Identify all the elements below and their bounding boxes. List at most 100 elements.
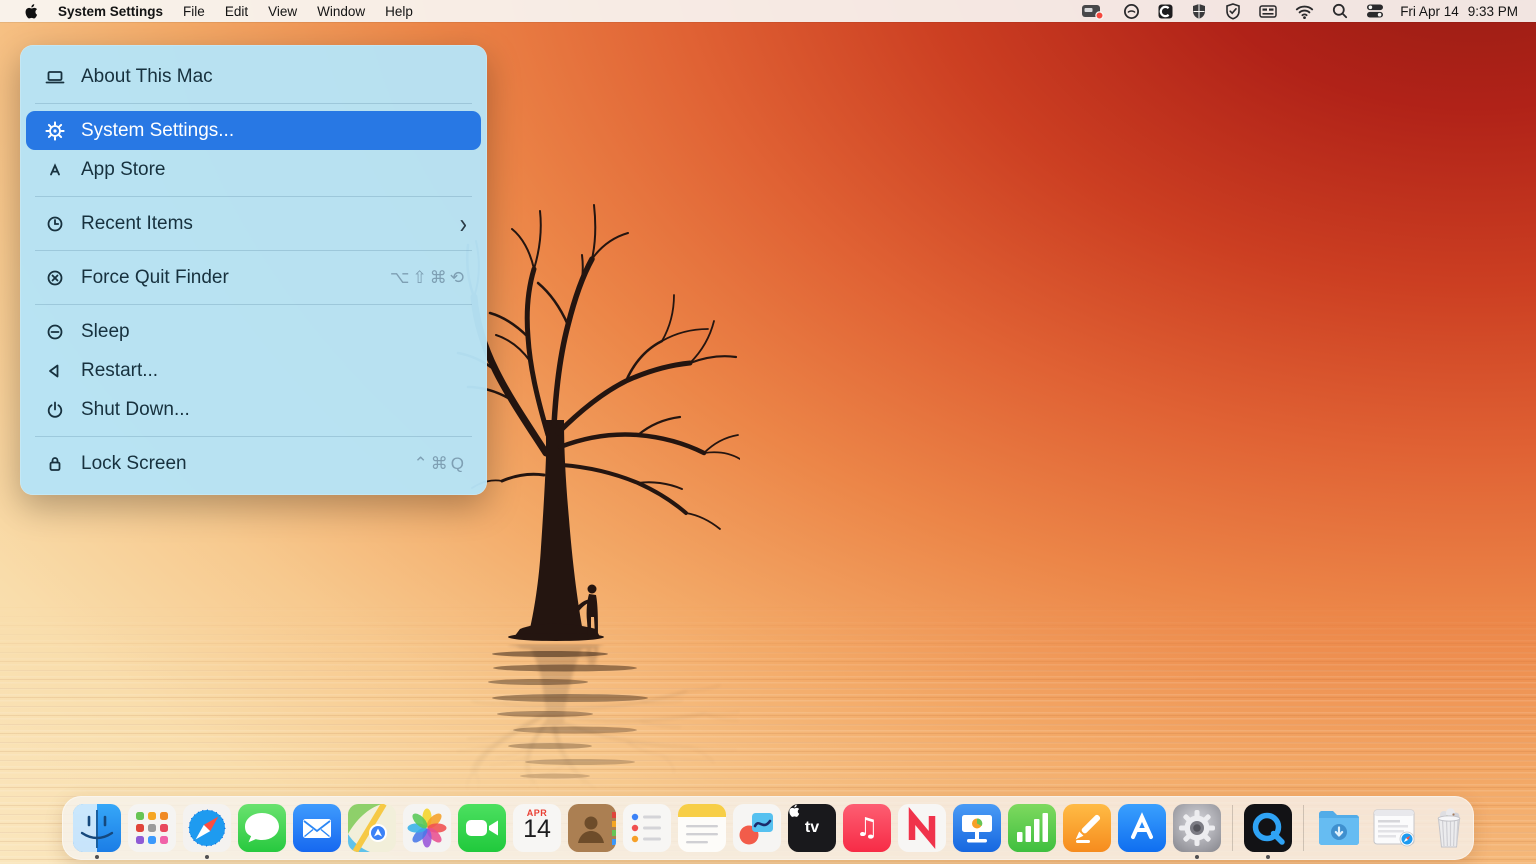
dock-item-downloads-folder[interactable] (1315, 804, 1363, 852)
dock-item-app-store[interactable] (1118, 804, 1166, 852)
keyboard-shortcut: ⌃⌘Q (414, 454, 467, 474)
apple-tv-icon: tv (788, 804, 836, 852)
maps-icon (348, 804, 396, 852)
menu-window[interactable]: Window (307, 0, 375, 22)
finder-icon (73, 804, 121, 852)
menu-item-label: App Store (81, 159, 467, 181)
pages-icon (1063, 804, 1111, 852)
dock-item-facetime[interactable] (458, 804, 506, 852)
menu-item-label: Force Quit Finder (81, 267, 390, 289)
mail-icon (293, 804, 341, 852)
security-shield-icon[interactable] (1185, 0, 1213, 22)
menu-bar-clock[interactable]: Fri Apr 14 9:33 PM (1396, 4, 1522, 19)
menu-separator (35, 196, 472, 197)
clock-time: 9:33 PM (1468, 4, 1518, 19)
menu-item-sleep[interactable]: Sleep (20, 312, 487, 351)
dock-item-safari[interactable] (183, 804, 231, 852)
privacy-shield-icon[interactable] (1219, 0, 1247, 22)
ripple-shadow (430, 648, 760, 788)
dock-item-system-settings[interactable] (1173, 804, 1221, 852)
menu-view[interactable]: View (258, 0, 307, 22)
menu-item-label: Sleep (81, 321, 467, 343)
dock-item-calendar[interactable]: APR 14 (513, 804, 561, 852)
menu-item-force-quit-finder[interactable]: Force Quit Finder ⌥⇧⌘⟲ (20, 258, 487, 297)
freeform-icon (733, 804, 781, 852)
sleep-icon (42, 321, 68, 343)
menu-bar: System Settings File Edit View Window He… (0, 0, 1536, 22)
apple-logo-icon (788, 804, 800, 818)
dock-item-notes[interactable] (678, 804, 726, 852)
dock-item-quicktime-player[interactable] (1244, 804, 1292, 852)
dock-item-minimized-safari-window[interactable] (1370, 804, 1418, 852)
apple-menu-button[interactable] (14, 0, 48, 22)
menu-item-system-settings[interactable]: System Settings... (26, 111, 481, 150)
control-center-icon[interactable] (1360, 0, 1390, 22)
dock-item-reminders[interactable] (623, 804, 671, 852)
news-icon (898, 804, 946, 852)
screen-recorder-icon[interactable] (1075, 0, 1111, 22)
menu-item-shut-down[interactable]: Shut Down... (20, 390, 487, 429)
wifi-icon[interactable] (1289, 0, 1320, 22)
submenu-chevron-icon: › (460, 210, 467, 238)
menu-item-about-this-mac[interactable]: About This Mac (20, 57, 487, 96)
dock-item-contacts[interactable] (568, 804, 616, 852)
menu-item-lock-screen[interactable]: Lock Screen ⌃⌘Q (20, 444, 487, 483)
desktop: System Settings File Edit View Window He… (0, 0, 1536, 864)
numbers-icon (1008, 804, 1056, 852)
menu-edit[interactable]: Edit (215, 0, 258, 22)
dock-item-maps[interactable] (348, 804, 396, 852)
dock-item-pages[interactable] (1063, 804, 1111, 852)
dock-item-music[interactable]: ♫ (843, 804, 891, 852)
dock-item-mail[interactable] (293, 804, 341, 852)
music-note-glyph: ♫ (843, 804, 891, 852)
lock-icon (42, 453, 68, 475)
menu-separator (35, 304, 472, 305)
downloads-folder-icon (1315, 804, 1363, 852)
dock-item-news[interactable] (898, 804, 946, 852)
dock-item-finder[interactable] (73, 804, 121, 852)
menu-help[interactable]: Help (375, 0, 423, 22)
dock-item-apple-tv[interactable]: tv (788, 804, 836, 852)
force-quit-icon (42, 267, 68, 289)
menu-item-label: Lock Screen (81, 453, 414, 475)
input-source-icon[interactable] (1253, 0, 1283, 22)
dock-item-numbers[interactable] (1008, 804, 1056, 852)
creative-cloud-icon[interactable] (1117, 0, 1146, 22)
dock-item-trash[interactable] (1425, 804, 1473, 852)
menu-item-label: Recent Items (81, 213, 460, 235)
dock: APR 14 tv (62, 796, 1474, 860)
menu-separator (35, 436, 472, 437)
facetime-icon (458, 804, 506, 852)
running-indicator (1266, 855, 1270, 859)
calendar-icon: APR 14 (513, 804, 561, 852)
system-settings-icon (1173, 804, 1221, 852)
trash-full-icon (1425, 804, 1473, 852)
laptop-icon (42, 66, 68, 88)
menu-item-label: About This Mac (81, 66, 467, 88)
dock-item-freeform[interactable] (733, 804, 781, 852)
menu-file[interactable]: File (173, 0, 215, 22)
menu-item-recent-items[interactable]: Recent Items › (20, 204, 487, 243)
spotlight-icon[interactable] (1326, 0, 1354, 22)
menu-item-restart[interactable]: Restart... (20, 351, 487, 390)
active-app-menu[interactable]: System Settings (48, 0, 173, 22)
contacts-icon (568, 804, 616, 852)
calendar-day: 14 (513, 815, 561, 844)
dock-item-keynote[interactable] (953, 804, 1001, 852)
apple-tv-label: tv (805, 819, 819, 837)
quicktime-icon (1244, 804, 1292, 852)
menu-separator (35, 250, 472, 251)
menu-item-label: Shut Down... (81, 399, 467, 421)
clock-date: Fri Apr 14 (1400, 4, 1459, 19)
menu-item-label: System Settings... (81, 120, 467, 142)
clock-icon (42, 213, 68, 235)
restart-icon (42, 360, 68, 382)
dock-item-messages[interactable] (238, 804, 286, 852)
menu-item-app-store[interactable]: App Store (20, 150, 487, 189)
notes-icon (678, 804, 726, 852)
dock-item-photos[interactable] (403, 804, 451, 852)
dock-item-launchpad[interactable] (128, 804, 176, 852)
running-indicator (1195, 855, 1199, 859)
app-store-icon (42, 159, 68, 181)
c-app-icon[interactable] (1152, 0, 1179, 22)
